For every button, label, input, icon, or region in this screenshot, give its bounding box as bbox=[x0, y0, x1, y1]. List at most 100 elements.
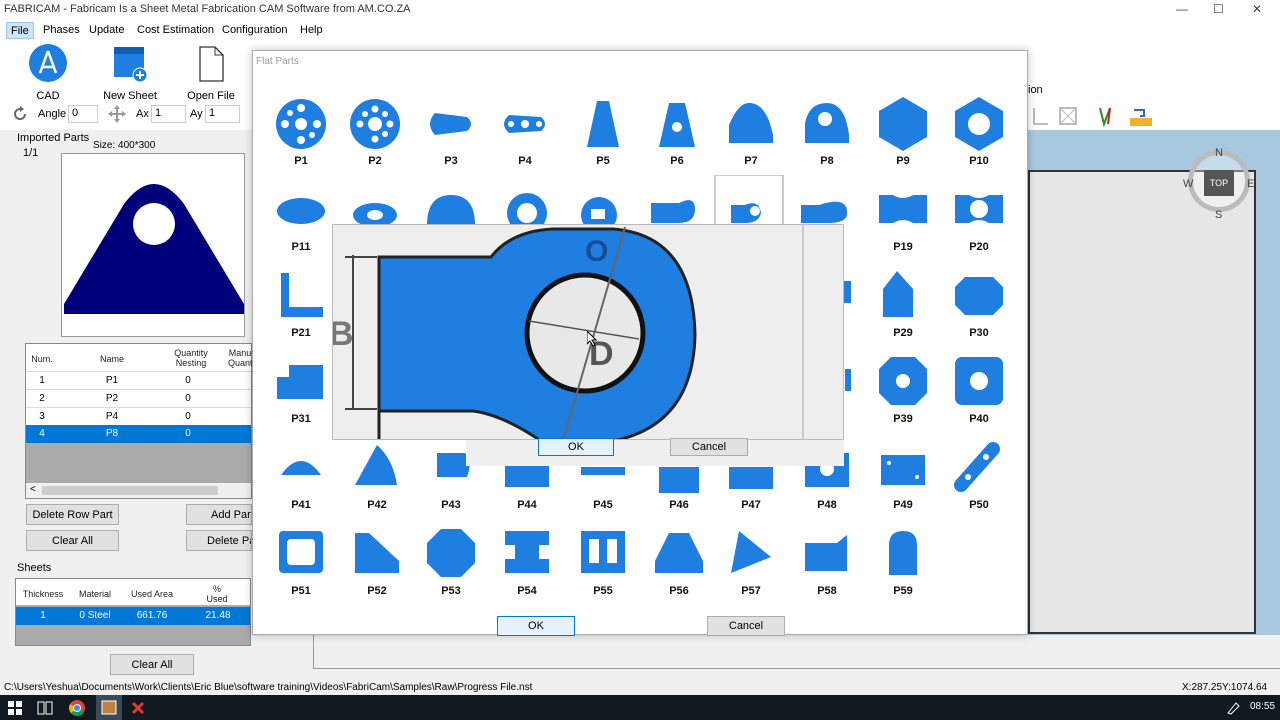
dialog-ok-button[interactable]: OK bbox=[497, 616, 575, 636]
angle-input[interactable]: 0 bbox=[68, 105, 98, 123]
part-label: P46 bbox=[669, 499, 689, 511]
table-row[interactable]: 2 P2 0 bbox=[26, 389, 251, 407]
part-p39[interactable]: P39 bbox=[871, 353, 935, 439]
sheet-used-area: 661.76 bbox=[136, 610, 168, 621]
table-row[interactable]: 1 P1 0 bbox=[26, 371, 251, 389]
part-p6[interactable]: P6 bbox=[645, 95, 709, 181]
menu-configuration[interactable]: Configuration bbox=[218, 22, 291, 39]
ax-input[interactable]: 1 bbox=[151, 105, 186, 123]
delete-part-button[interactable]: Delete Part bbox=[186, 530, 252, 551]
part-p41-shape bbox=[281, 461, 321, 475]
sheet-row-selected[interactable]: 1 0 Steel 661.76 21.48 bbox=[16, 607, 250, 625]
pen-tray-icon[interactable] bbox=[1226, 701, 1240, 715]
view-cube-top[interactable]: TOP bbox=[1204, 170, 1234, 196]
part-p56[interactable]: P56 bbox=[647, 525, 711, 611]
part-p1[interactable]: P1 bbox=[269, 95, 333, 181]
part-p31[interactable]: P31 bbox=[269, 353, 333, 439]
menu-phases[interactable]: Phases bbox=[39, 22, 84, 39]
window-title: FABRICAM - Fabricam Is a Sheet Metal Fab… bbox=[4, 3, 411, 15]
scroll-thumb[interactable] bbox=[42, 486, 218, 495]
zoom-label-o: O bbox=[585, 235, 609, 268]
compass-north: N bbox=[1215, 147, 1223, 159]
covered-parts-row2b bbox=[651, 175, 848, 225]
zoom-ok-button[interactable]: OK bbox=[538, 438, 614, 456]
part-p30[interactable]: P30 bbox=[947, 267, 1011, 353]
part-p52[interactable]: P52 bbox=[345, 525, 409, 611]
part-label: P21 bbox=[291, 327, 311, 339]
part-p59[interactable]: P59 bbox=[871, 525, 935, 611]
part-p56-shape bbox=[655, 533, 703, 573]
close-button[interactable]: ✕ bbox=[1252, 2, 1262, 16]
sheet-canvas[interactable] bbox=[1028, 170, 1256, 634]
col-used-area: Used Area bbox=[130, 589, 174, 599]
sheet-percent-used: 21.48 bbox=[205, 610, 231, 621]
menu-file[interactable]: File bbox=[6, 22, 34, 39]
new-sheet-button[interactable]: New Sheet bbox=[102, 45, 158, 102]
chrome-icon[interactable] bbox=[68, 699, 86, 717]
part-p5[interactable]: P5 bbox=[571, 95, 635, 181]
taskbar: 08:55 bbox=[0, 695, 1280, 720]
minimize-button[interactable]: — bbox=[1176, 2, 1188, 16]
add-part-button[interactable]: Add Part > bbox=[186, 504, 252, 525]
part-p55[interactable]: P55 bbox=[571, 525, 635, 611]
file-icon bbox=[199, 46, 224, 82]
task-view-icon[interactable] bbox=[37, 701, 53, 715]
part-p50[interactable]: P50 bbox=[947, 439, 1011, 525]
clear-all-parts-button[interactable]: Clear All bbox=[26, 530, 119, 551]
clear-all-sheets-button[interactable]: Clear All bbox=[110, 654, 194, 675]
part-label: P30 bbox=[969, 327, 989, 339]
fabricam-taskbar-item[interactable] bbox=[96, 695, 122, 720]
part-label: P31 bbox=[291, 413, 311, 425]
part-p20[interactable]: P20 bbox=[947, 181, 1011, 267]
part-p2[interactable]: P2 bbox=[343, 95, 407, 181]
ay-input[interactable]: 1 bbox=[205, 105, 240, 123]
part-p54[interactable]: P54 bbox=[495, 525, 559, 611]
part-p57[interactable]: P57 bbox=[719, 525, 783, 611]
windows-start-icon[interactable] bbox=[8, 701, 22, 715]
table-row-selected[interactable]: 4 P8 0 bbox=[26, 425, 251, 443]
part-p51-shape bbox=[279, 531, 323, 573]
col-percent-used: % Used bbox=[206, 584, 228, 604]
menu-update[interactable]: Update bbox=[85, 22, 128, 39]
part-p40[interactable]: P40 bbox=[947, 353, 1011, 439]
open-file-button[interactable]: Open File bbox=[186, 45, 236, 102]
horizontal-scrollbar[interactable]: < bbox=[26, 483, 251, 498]
part-p9[interactable]: P9 bbox=[871, 95, 935, 181]
maximize-button[interactable]: ☐ bbox=[1213, 2, 1224, 16]
part-p7[interactable]: P7 bbox=[719, 95, 783, 181]
part-p51[interactable]: P51 bbox=[269, 525, 333, 611]
part-label: P11 bbox=[291, 241, 311, 253]
part-p58[interactable]: P58 bbox=[795, 525, 859, 611]
part-p53[interactable]: P53 bbox=[419, 525, 483, 611]
zoom-cancel-button[interactable]: Cancel bbox=[670, 438, 748, 456]
dialog-cancel-button[interactable]: Cancel bbox=[707, 616, 785, 636]
part-p8[interactable]: P8 bbox=[795, 95, 859, 181]
part-p29[interactable]: P29 bbox=[871, 267, 935, 353]
part-p41[interactable]: P41 bbox=[269, 439, 333, 525]
part-p6-shape bbox=[659, 103, 695, 147]
scroll-left-icon[interactable]: < bbox=[30, 484, 36, 495]
menu-help[interactable]: Help bbox=[296, 22, 327, 39]
part-p49[interactable]: P49 bbox=[871, 439, 935, 525]
move-icon[interactable] bbox=[107, 104, 127, 124]
part-p11[interactable]: P11 bbox=[269, 181, 333, 267]
part-p42[interactable]: P42 bbox=[345, 439, 409, 525]
menu-cost-estimation[interactable]: Cost Estimation bbox=[133, 22, 218, 39]
row-name: P2 bbox=[105, 393, 119, 404]
rotate-icon[interactable] bbox=[12, 106, 28, 122]
cad-button[interactable]: CAD bbox=[26, 43, 70, 102]
part-p10[interactable]: P10 bbox=[947, 95, 1011, 181]
part-label: P44 bbox=[517, 499, 537, 511]
part-p3[interactable]: P3 bbox=[419, 95, 483, 181]
table-row[interactable]: 3 P4 0 bbox=[26, 407, 251, 425]
draw-tools-icon[interactable] bbox=[1030, 104, 1160, 128]
delete-row-part-button[interactable]: Delete Row Part bbox=[26, 504, 119, 525]
recorder-icon[interactable] bbox=[130, 700, 146, 716]
part-p4[interactable]: P4 bbox=[493, 95, 557, 181]
part-p21[interactable]: P21 bbox=[269, 267, 333, 353]
part-p19[interactable]: P19 bbox=[871, 181, 935, 267]
row-num: 3 bbox=[39, 411, 45, 422]
part-label: P41 bbox=[291, 499, 311, 511]
row-quantity: 0 bbox=[185, 393, 191, 404]
open-file-label: Open File bbox=[187, 90, 235, 102]
